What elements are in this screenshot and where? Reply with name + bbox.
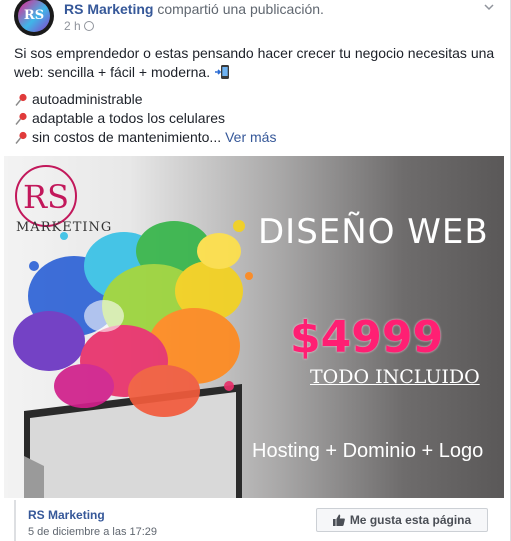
timestamp-text: 2 h: [64, 19, 81, 33]
action-text: compartió una publicación.: [157, 1, 324, 17]
pushpin-icon: [15, 112, 27, 125]
avatar[interactable]: RS: [14, 0, 54, 36]
post-attribution: RS Marketing compartió una publicación.: [64, 0, 324, 18]
page-name-link[interactable]: RS Marketing: [64, 1, 153, 17]
list-item: autoadministrable: [14, 90, 500, 109]
footer-page-name[interactable]: RS Marketing: [28, 508, 105, 522]
like-page-label: Me gusta esta página: [349, 513, 472, 527]
shared-page-footer: RS Marketing 5 de diciembre a las 17:29 …: [14, 500, 504, 541]
banner-price: $4999: [290, 312, 444, 363]
post-text: Si sos emprendedor o estas pensando hace…: [14, 44, 500, 147]
phone-icon: [215, 65, 229, 79]
chevron-down-icon[interactable]: [482, 0, 496, 14]
avatar-logo: RS: [23, 8, 45, 23]
logo-wordmark: Marketing: [16, 220, 113, 235]
list-item: sin costos de mantenimiento... Ver más: [14, 128, 500, 147]
post-body: Si sos emprendedor o estas pensando hace…: [14, 45, 495, 80]
bullet-text: adaptable a todos los celulares: [32, 110, 226, 126]
pushpin-icon: [15, 93, 27, 106]
thumbs-up-icon: [332, 514, 345, 526]
bullet-text: autoadministrable: [32, 91, 143, 107]
see-more-link[interactable]: Ver más: [225, 128, 276, 147]
like-page-button[interactable]: Me gusta esta página: [316, 508, 488, 532]
banner-included: TODO INCLUIDO: [310, 366, 480, 388]
list-item: adaptable a todos los celulares: [14, 109, 500, 128]
post-timestamp[interactable]: 2 h: [64, 19, 94, 33]
rs-marketing-logo: RS: [15, 165, 77, 227]
globe-icon: [83, 21, 94, 31]
pushpin-icon: [15, 131, 27, 144]
svg-text:RS: RS: [23, 178, 69, 216]
bullet-text: sin costos de mantenimiento...: [32, 129, 222, 145]
post-header: RS RS Marketing compartió una publicació…: [14, 0, 504, 40]
footer-date[interactable]: 5 de diciembre a las 17:29: [28, 526, 157, 538]
banner-services: Hosting + Dominio + Logo: [252, 440, 484, 462]
post-card: RS RS Marketing compartió una publicació…: [0, 0, 511, 541]
banner-title: DISEÑO WEB: [258, 212, 489, 252]
